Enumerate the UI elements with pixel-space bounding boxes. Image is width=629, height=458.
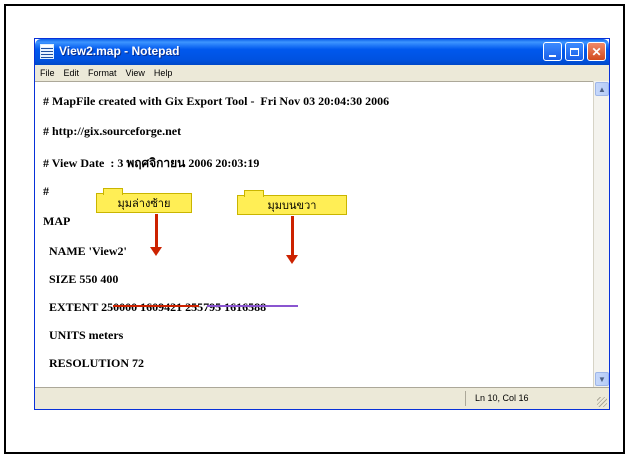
close-icon: ✕ — [591, 44, 602, 59]
notepad-window: View2.map - Notepad ✕ File Edit Format V… — [34, 38, 610, 410]
text-line: # — [43, 184, 49, 198]
menu-view[interactable]: View — [126, 68, 145, 78]
close-button[interactable]: ✕ — [587, 42, 606, 61]
cursor-position: Ln 10, Col 16 — [475, 393, 529, 403]
text-line: # MapFile created with Gix Export Tool -… — [43, 94, 390, 108]
menu-help[interactable]: Help — [154, 68, 173, 78]
minimize-icon — [549, 54, 556, 57]
text-line: # View Date : 3 พฤศจิกายน 2006 20:03:19 — [43, 156, 260, 170]
underline-upper-right — [207, 305, 298, 307]
text-editor-area[interactable]: # MapFile created with Gix Export Tool -… — [35, 81, 595, 387]
callout-upper-right: มุมบนขวา — [237, 190, 347, 215]
vertical-scrollbar[interactable]: ▲ ▼ — [593, 81, 609, 387]
window-title: View2.map - Notepad — [59, 44, 180, 58]
status-bar: Ln 10, Col 16 — [35, 387, 609, 409]
text-line: UNITS meters — [49, 328, 124, 342]
maximize-button[interactable] — [565, 42, 584, 61]
text-line: # http://gix.sourceforge.net — [43, 124, 182, 138]
chevron-down-icon: ▼ — [598, 374, 606, 384]
scroll-up-button[interactable]: ▲ — [595, 82, 609, 96]
status-divider — [465, 391, 466, 406]
title-bar[interactable]: View2.map - Notepad ✕ — [35, 39, 609, 65]
notepad-icon — [40, 44, 54, 59]
text-line: NAME 'View2' — [49, 244, 127, 258]
resize-grip-icon[interactable] — [597, 397, 607, 407]
underline-lower-left — [113, 305, 199, 307]
menu-edit[interactable]: Edit — [64, 68, 80, 78]
menu-bar: File Edit Format View Help — [35, 65, 609, 81]
menu-file[interactable]: File — [40, 68, 55, 78]
menu-format[interactable]: Format — [88, 68, 117, 78]
scroll-down-button[interactable]: ▼ — [595, 372, 609, 386]
text-line: MAP — [43, 214, 71, 228]
callout-lower-left: มุมล่างซ้าย — [96, 188, 192, 213]
text-line-extent: EXTENT 250000 1609421 255795 1616588 — [49, 300, 267, 314]
text-line: SIZE 550 400 — [49, 272, 119, 286]
chevron-up-icon: ▲ — [598, 84, 606, 94]
maximize-icon — [570, 47, 579, 56]
text-line: RESOLUTION 72 — [49, 356, 145, 370]
minimize-button[interactable] — [543, 42, 562, 61]
